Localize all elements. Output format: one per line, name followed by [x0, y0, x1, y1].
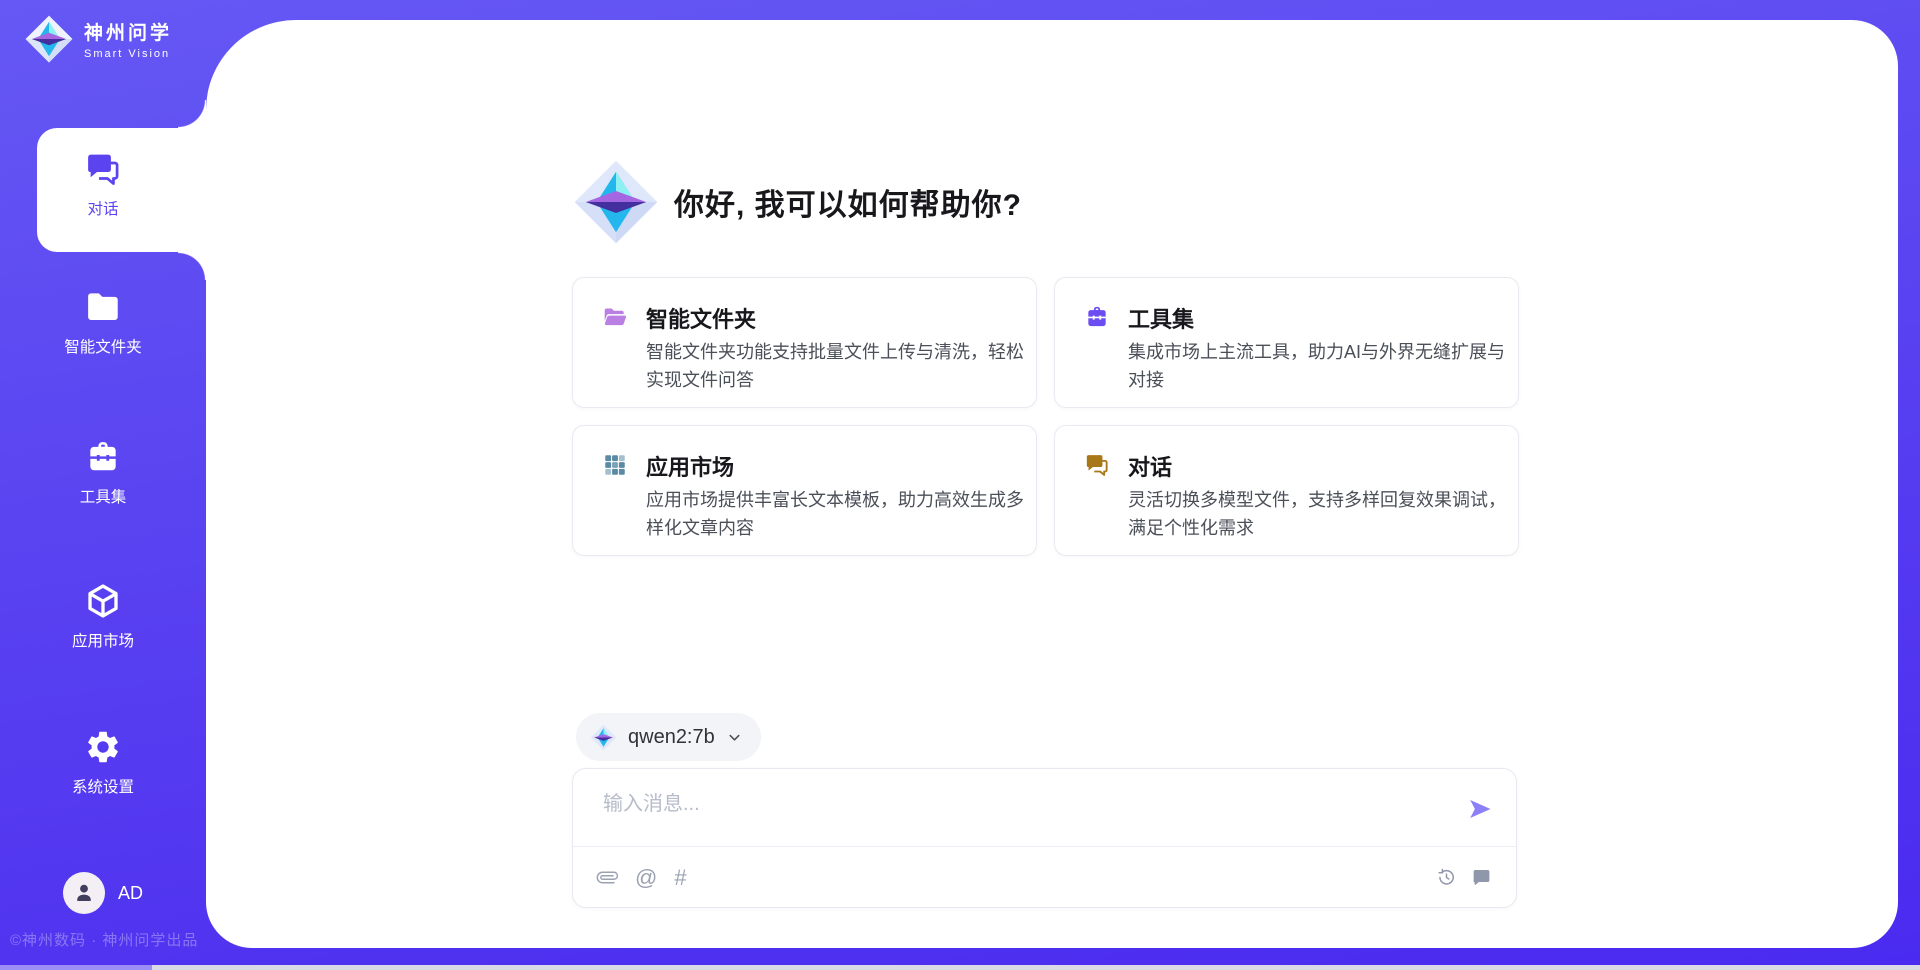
sidebar: 神州问学 Smart Vision 对话 智能文件夹 工具集 应用市场 — [0, 0, 206, 970]
scrollbar-thumb[interactable] — [0, 965, 152, 970]
brand-diamond-icon — [590, 724, 617, 751]
sidebar-item-app-market[interactable]: 应用市场 — [0, 582, 206, 651]
card-description: 智能文件夹功能支持批量文件上传与清洗，轻松实现文件问答 — [646, 338, 1028, 395]
sidebar-item-label: 工具集 — [80, 485, 127, 507]
horizontal-scrollbar[interactable] — [0, 965, 1920, 970]
greeting-title: 你好, 我可以如何帮助你? — [674, 180, 1022, 224]
card-toolset[interactable]: 工具集 集成市场上主流工具，助力AI与外界无缝扩展与对接 — [1054, 277, 1519, 408]
message-icon[interactable] — [1471, 867, 1492, 888]
greeting-block: 你好, 我可以如何帮助你? — [572, 158, 1022, 246]
copyright-footer: ©神州数码 · 神州问学出品 — [10, 929, 198, 950]
tab-curve-bottom — [178, 252, 206, 280]
folder-icon — [84, 288, 122, 326]
attachment-icon[interactable] — [597, 867, 618, 888]
feature-cards: 智能文件夹 智能文件夹功能支持批量文件上传与清洗，轻松实现文件问答 工具集 集成… — [572, 277, 1519, 556]
cube-icon — [84, 582, 122, 620]
avatar — [63, 872, 105, 914]
open-folder-icon — [602, 304, 628, 330]
toolbox-icon — [1084, 304, 1110, 330]
card-title: 智能文件夹 — [646, 302, 756, 334]
user-profile[interactable]: AD — [0, 872, 206, 914]
sidebar-item-toolset[interactable]: 工具集 — [0, 438, 206, 507]
card-smart-folder[interactable]: 智能文件夹 智能文件夹功能支持批量文件上传与清洗，轻松实现文件问答 — [572, 277, 1037, 408]
card-description: 集成市场上主流工具，助力AI与外界无缝扩展与对接 — [1128, 338, 1510, 395]
sidebar-item-settings[interactable]: 系统设置 — [0, 728, 206, 797]
hashtag-icon[interactable]: # — [674, 867, 686, 888]
user-icon — [71, 880, 97, 906]
tab-curve-top — [178, 100, 206, 128]
chevron-down-icon — [726, 729, 743, 746]
chat-icon — [1084, 452, 1110, 478]
sidebar-item-smart-folder[interactable]: 智能文件夹 — [0, 288, 206, 357]
app-logo: 神州问学 Smart Vision — [24, 14, 172, 64]
sidebar-item-label: 智能文件夹 — [64, 335, 142, 357]
send-icon[interactable] — [1466, 795, 1494, 823]
gear-icon — [84, 728, 122, 766]
brand-diamond-icon — [24, 14, 74, 64]
sidebar-item-label: 系统设置 — [72, 775, 134, 797]
user-name: AD — [118, 883, 143, 904]
chat-icon — [84, 150, 122, 188]
card-title: 对话 — [1128, 450, 1172, 482]
sidebar-item-label: 应用市场 — [72, 629, 134, 651]
history-icon[interactable] — [1436, 867, 1457, 888]
model-selector[interactable]: qwen2:7b — [576, 713, 761, 761]
app-subtitle: Smart Vision — [84, 48, 172, 60]
model-name: qwen2:7b — [628, 726, 715, 749]
card-title: 应用市场 — [646, 450, 734, 482]
card-title: 工具集 — [1128, 302, 1194, 334]
message-input[interactable] — [603, 787, 1433, 837]
sidebar-item-chat[interactable]: 对话 — [0, 150, 206, 219]
brand-diamond-icon — [572, 158, 660, 246]
card-description: 灵活切换多模型文件，支持多样回复效果调试，满足个性化需求 — [1128, 486, 1510, 543]
card-description: 应用市场提供丰富长文本模板，助力高效生成多样化文章内容 — [646, 486, 1028, 543]
mention-icon[interactable]: @ — [635, 867, 657, 888]
card-chat[interactable]: 对话 灵活切换多模型文件，支持多样回复效果调试，满足个性化需求 — [1054, 425, 1519, 556]
composer-toolbar: @ # — [573, 847, 1516, 907]
sidebar-item-label: 对话 — [87, 197, 118, 219]
app-name: 神州问学 — [84, 18, 172, 45]
toolbox-icon — [84, 438, 122, 476]
main-content-panel: 你好, 我可以如何帮助你? 智能文件夹 智能文件夹功能支持批量文件上传与清洗，轻… — [206, 20, 1898, 948]
grid-icon — [602, 452, 628, 478]
message-composer: @ # — [572, 768, 1517, 908]
card-app-market[interactable]: 应用市场 应用市场提供丰富长文本模板，助力高效生成多样化文章内容 — [572, 425, 1037, 556]
